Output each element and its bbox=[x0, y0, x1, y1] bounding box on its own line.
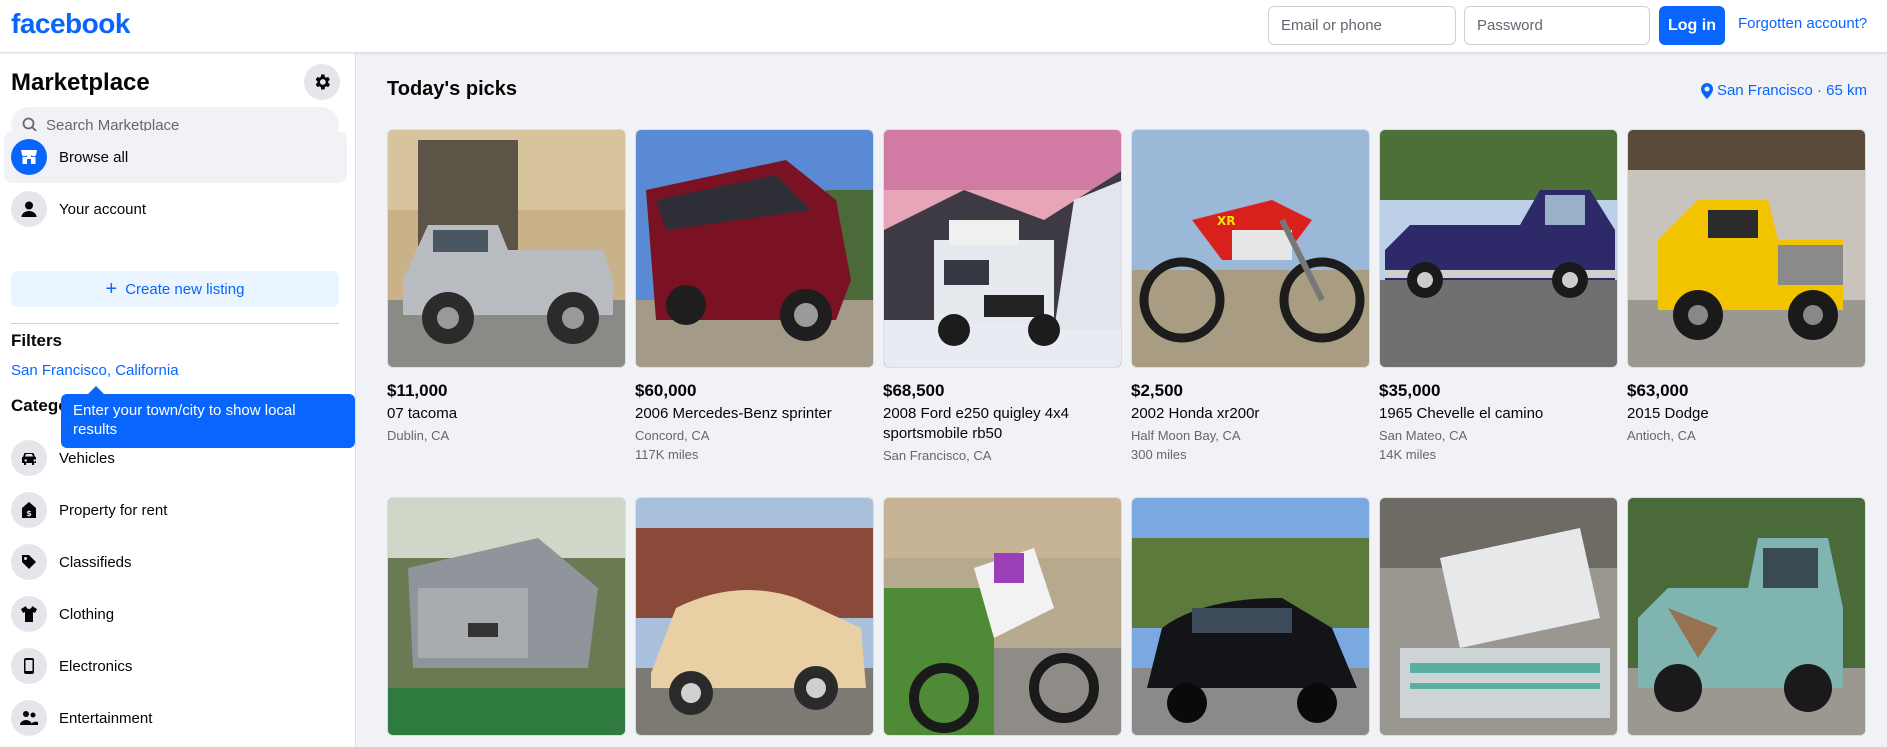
listing-location: Concord, CA bbox=[635, 428, 710, 443]
create-listing-button[interactable]: + Create new listing bbox=[11, 271, 339, 307]
listing-card[interactable] bbox=[387, 497, 626, 736]
svg-text:XR: XR bbox=[1217, 214, 1236, 228]
listing-location: Dublin, CA bbox=[387, 428, 450, 443]
category-label: Entertainment bbox=[59, 709, 153, 727]
category-property[interactable]: $ Property for rent bbox=[4, 484, 347, 536]
listing-location: San Francisco, CA bbox=[883, 448, 992, 463]
user-icon bbox=[11, 191, 47, 227]
category-classifieds[interactable]: Classifieds bbox=[4, 536, 347, 588]
listing-price: $2,500 bbox=[1131, 381, 1183, 400]
listing-price: $11,000 bbox=[387, 381, 448, 400]
category-label: Property for rent bbox=[59, 501, 168, 519]
login-button[interactable]: Log in bbox=[1659, 6, 1725, 45]
shirt-icon bbox=[11, 596, 47, 632]
top-bar: facebook Email or phone Password Log in … bbox=[0, 0, 1887, 53]
plus-icon: + bbox=[105, 278, 118, 300]
category-electronics[interactable]: Electronics bbox=[4, 640, 347, 692]
listing-card[interactable] bbox=[1627, 497, 1866, 736]
listing-card[interactable]: $11,000 07 tacoma Dublin, CA bbox=[387, 129, 626, 443]
category-label: Classifieds bbox=[59, 553, 132, 571]
location-selector[interactable]: San Francisco · 65 km bbox=[1700, 82, 1867, 99]
category-label: Vehicles bbox=[59, 449, 115, 467]
listing-card[interactable]: $63,000 2015 Dodge Antioch, CA bbox=[1627, 129, 1866, 443]
listing-title: 2002 Honda xr200r bbox=[1131, 405, 1260, 422]
storefront-icon bbox=[11, 139, 47, 175]
gear-icon bbox=[315, 74, 330, 90]
listing-card[interactable] bbox=[883, 497, 1122, 736]
people-icon bbox=[11, 700, 47, 736]
phone-icon bbox=[11, 648, 47, 684]
listing-photo[interactable] bbox=[635, 129, 874, 368]
car-icon bbox=[11, 440, 47, 476]
listing-card[interactable] bbox=[1131, 497, 1370, 736]
listing-photo[interactable] bbox=[883, 129, 1122, 368]
page-title: Marketplace bbox=[11, 69, 150, 96]
house-icon: $ bbox=[11, 492, 47, 528]
listing-price: $63,000 bbox=[1627, 381, 1689, 400]
filters-heading: Filters bbox=[11, 331, 63, 350]
listing-location: Antioch, CA bbox=[1627, 428, 1696, 443]
location-tooltip: Enter your town/city to show local resul… bbox=[61, 394, 355, 448]
settings-button[interactable] bbox=[304, 64, 340, 100]
listing-title: 2015 Dodge bbox=[1627, 405, 1709, 422]
listing-price: $68,500 bbox=[883, 381, 945, 400]
category-label: Electronics bbox=[59, 657, 133, 675]
listing-location: Half Moon Bay, CA bbox=[1131, 428, 1241, 443]
listing-card[interactable]: $68,500 2008 Ford e250 quigley 4x4 sport… bbox=[883, 129, 1122, 463]
nav-your-account[interactable]: Your account bbox=[4, 183, 347, 235]
nav-label: Your account bbox=[59, 200, 147, 218]
svg-text:$: $ bbox=[26, 509, 32, 518]
tooltip-arrow bbox=[88, 386, 104, 394]
password-field[interactable]: Password bbox=[1464, 6, 1650, 45]
listing-photo[interactable] bbox=[635, 497, 874, 736]
listing-photo[interactable] bbox=[387, 497, 626, 736]
listing-photo[interactable] bbox=[1131, 497, 1370, 736]
location-label: San Francisco · 65 km bbox=[1716, 82, 1867, 99]
listing-title: 1965 Chevelle el camino bbox=[1379, 405, 1544, 422]
nav-browse-all[interactable]: Browse all bbox=[4, 131, 347, 183]
listing-title: 2006 Mercedes-Benz sprinter bbox=[635, 405, 832, 422]
listing-photo[interactable] bbox=[1379, 497, 1618, 736]
listing-title: 2008 Ford e250 quigley 4x4 sportsmobile … bbox=[883, 405, 1069, 442]
listing-location: San Mateo, CA bbox=[1379, 428, 1468, 443]
location-filter-link[interactable]: San Francisco, California bbox=[11, 362, 179, 379]
listing-mileage: 14K miles bbox=[1379, 447, 1437, 462]
listing-photo[interactable] bbox=[883, 497, 1122, 736]
create-listing-label: Create new listing bbox=[125, 280, 245, 298]
listing-photo[interactable] bbox=[387, 129, 626, 368]
listing-card[interactable] bbox=[635, 497, 874, 736]
tag-icon bbox=[11, 544, 47, 580]
listing-card[interactable]: XR $2,500 2002 Honda xr200r Half Moon Ba… bbox=[1131, 129, 1370, 462]
listing-card[interactable]: $35,000 1965 Chevelle el camino San Mate… bbox=[1379, 129, 1618, 462]
listing-mileage: 117K miles bbox=[635, 447, 699, 462]
category-clothing[interactable]: Clothing bbox=[4, 588, 347, 640]
listing-photo[interactable]: XR bbox=[1131, 129, 1370, 368]
listing-title: 07 tacoma bbox=[387, 405, 458, 422]
section-title: Today's picks bbox=[387, 78, 517, 100]
listing-mileage: 300 miles bbox=[1131, 447, 1187, 462]
listing-price: $60,000 bbox=[635, 381, 697, 400]
divider bbox=[11, 323, 339, 324]
category-entertainment[interactable]: Entertainment bbox=[4, 692, 347, 744]
listing-card[interactable]: $60,000 2006 Mercedes-Benz sprinter Conc… bbox=[635, 129, 874, 462]
facebook-logo[interactable]: facebook bbox=[11, 8, 130, 40]
listing-price: $35,000 bbox=[1379, 381, 1441, 400]
location-pin-icon bbox=[1700, 82, 1713, 99]
nav-label: Browse all bbox=[59, 148, 129, 166]
category-label: Clothing bbox=[59, 605, 115, 623]
listing-photo[interactable] bbox=[1379, 129, 1618, 368]
listing-photo[interactable] bbox=[1627, 129, 1866, 368]
listing-photo[interactable] bbox=[1627, 497, 1866, 736]
listing-card[interactable] bbox=[1379, 497, 1618, 736]
email-field[interactable]: Email or phone bbox=[1268, 6, 1456, 45]
forgot-account-link[interactable]: Forgotten account? bbox=[1738, 15, 1867, 32]
